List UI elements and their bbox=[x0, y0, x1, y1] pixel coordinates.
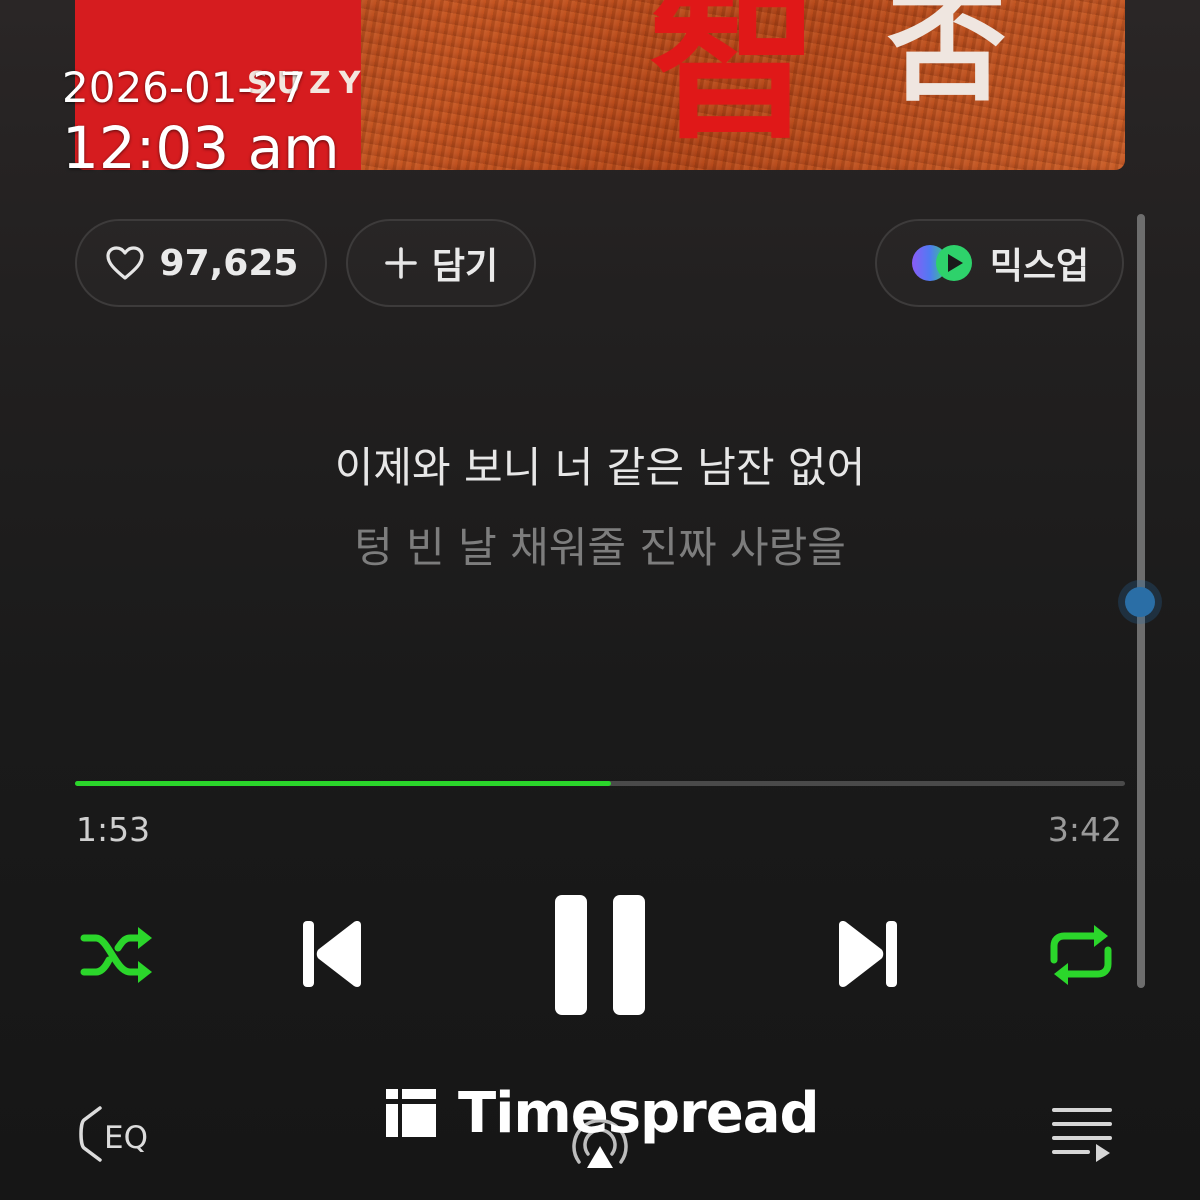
album-title-char-2: 否 bbox=[887, 0, 1007, 118]
pause-button[interactable] bbox=[553, 893, 647, 1017]
watermark-text: Timespread bbox=[458, 1080, 820, 1146]
playlist-button[interactable] bbox=[1048, 1104, 1118, 1168]
add-label: 담기 bbox=[431, 246, 499, 287]
repeat-button[interactable] bbox=[1044, 920, 1118, 990]
mixup-button[interactable]: 믹스업 bbox=[875, 219, 1124, 307]
eq-label: EQ bbox=[104, 1120, 148, 1156]
timestamp-time: 12:03 am bbox=[62, 114, 340, 182]
add-to-playlist-button[interactable]: 담기 bbox=[346, 219, 536, 307]
heart-icon bbox=[104, 244, 146, 282]
seek-bar[interactable] bbox=[75, 781, 1125, 786]
like-count: 97,625 bbox=[159, 242, 299, 284]
skip-previous-icon bbox=[303, 921, 361, 987]
lyric-next-line[interactable]: 텅 빈 날 채워줄 진짜 사랑을 bbox=[0, 514, 1200, 575]
plus-icon bbox=[384, 246, 418, 280]
shuffle-icon bbox=[80, 927, 152, 983]
next-track-button[interactable] bbox=[832, 916, 904, 992]
shuffle-button[interactable] bbox=[76, 922, 158, 988]
mixup-label: 믹스업 bbox=[989, 246, 1090, 287]
elapsed-time: 1:53 bbox=[76, 810, 151, 849]
watermark-logo-icon bbox=[386, 1089, 436, 1137]
lyric-current-line[interactable]: 이제와 보니 너 같은 남잔 없어 bbox=[0, 434, 1200, 495]
timestamp-date: 2026-01-27 bbox=[62, 63, 307, 112]
album-title-char-1: 智 bbox=[649, 0, 820, 163]
playlist-icon bbox=[1052, 1108, 1112, 1162]
previous-track-button[interactable] bbox=[296, 916, 368, 992]
repeat-icon bbox=[1050, 925, 1112, 985]
mixup-icon bbox=[910, 242, 976, 284]
total-time: 3:42 bbox=[1047, 810, 1122, 849]
like-button[interactable]: 97,625 bbox=[75, 219, 327, 307]
eq-icon: EQ bbox=[79, 1106, 148, 1162]
pause-icon bbox=[555, 895, 645, 1015]
eq-button[interactable]: EQ bbox=[74, 1100, 166, 1172]
timestamp-overlay: 2026-01-27 12:03 am bbox=[62, 62, 340, 182]
seek-bar-fill bbox=[75, 781, 611, 786]
watermark: Timespread bbox=[386, 1078, 820, 1148]
scrollbar-thumb[interactable] bbox=[1125, 587, 1155, 617]
skip-next-icon bbox=[839, 921, 897, 987]
